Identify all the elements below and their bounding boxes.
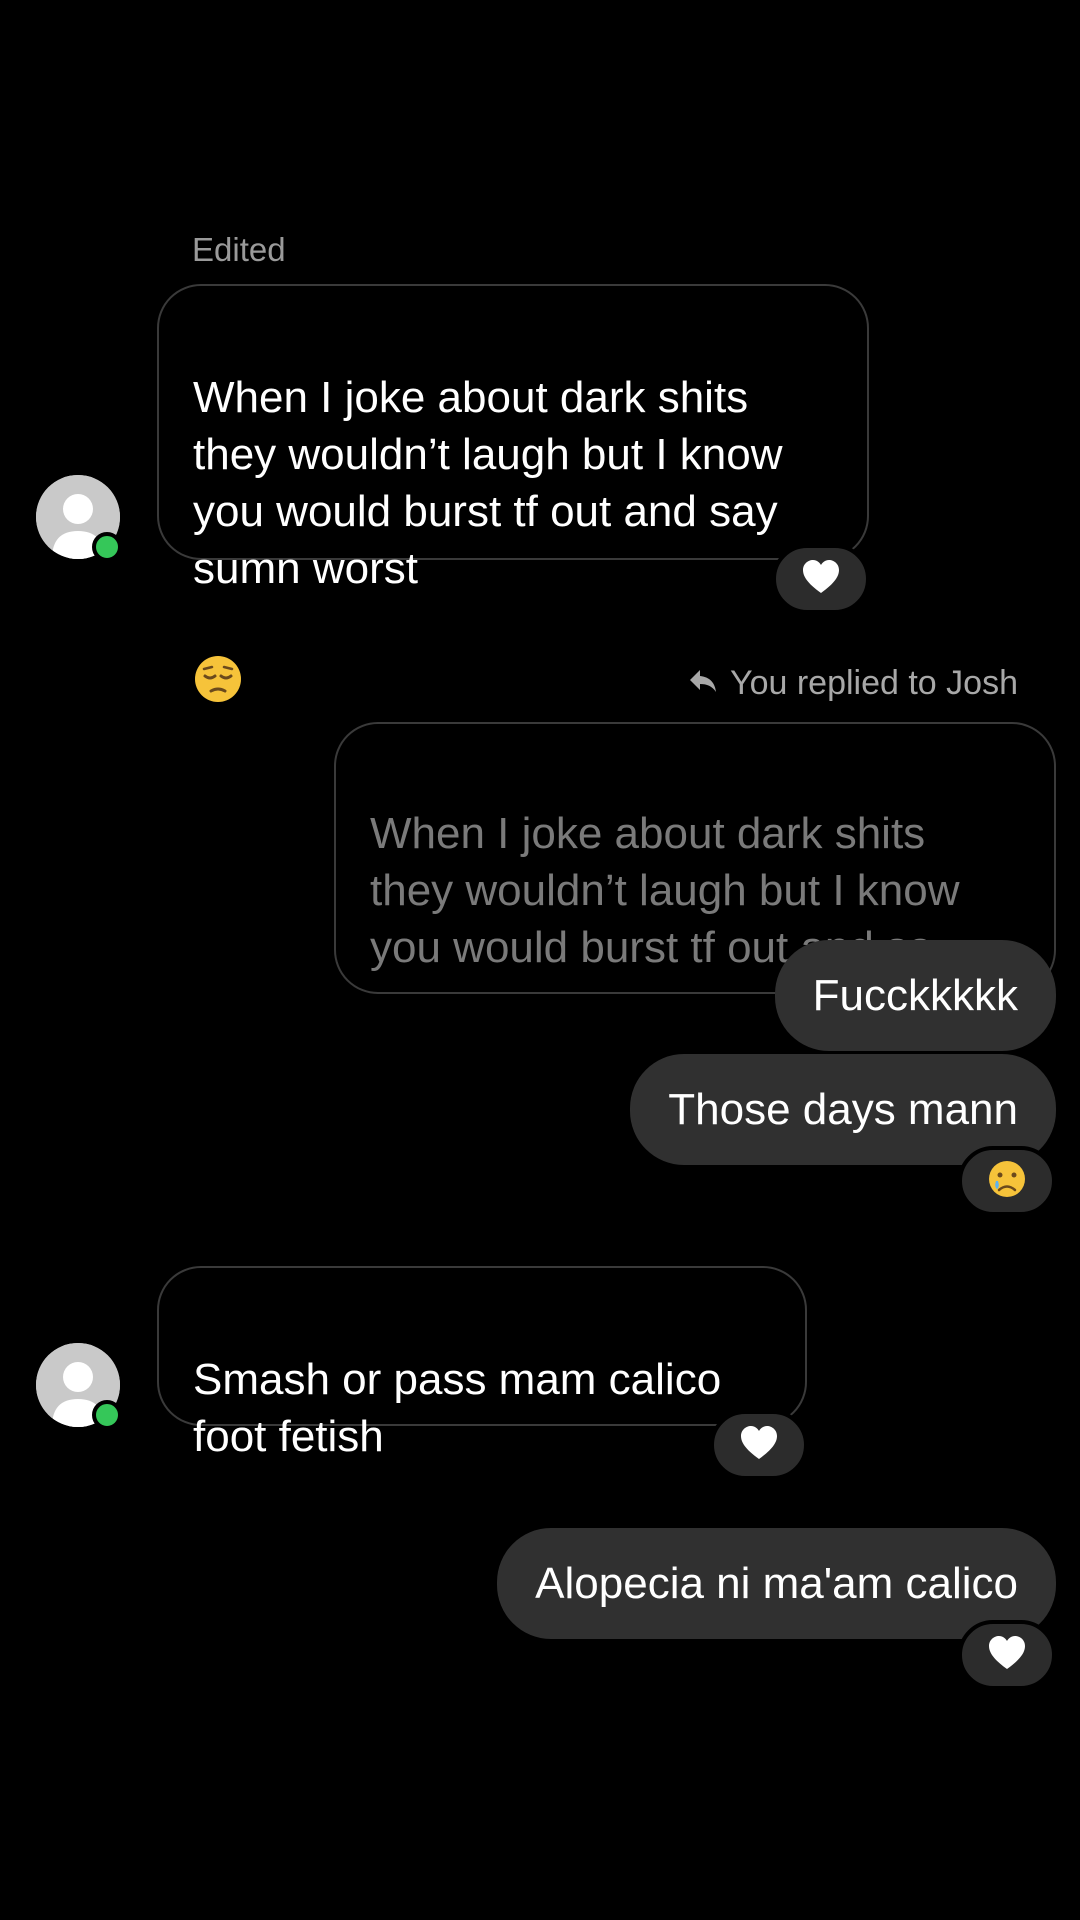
- message-text: Alopecia ni ma'am calico: [535, 1559, 1018, 1608]
- online-status-indicator: [92, 1400, 122, 1430]
- reply-context-label: You replied to Josh: [688, 660, 1018, 706]
- message-text: Fucckkkkk: [812, 971, 1018, 1020]
- message-text: When I joke about dark shits they wouldn…: [193, 373, 783, 593]
- white-heart-icon: [739, 1425, 779, 1466]
- reply-label-text: You replied to Josh: [730, 664, 1018, 702]
- outgoing-message-bubble[interactable]: Alopecia ni ma'am calico: [497, 1528, 1056, 1639]
- message-text: Smash or pass mam calico foot fetish: [193, 1355, 722, 1461]
- reply-arrow-icon: [688, 660, 718, 706]
- pensive-face-icon: [193, 597, 243, 718]
- incoming-message-bubble[interactable]: When I joke about dark shits they wouldn…: [157, 284, 869, 702]
- message-reaction[interactable]: [958, 1146, 1056, 1216]
- message-reaction[interactable]: [772, 544, 870, 614]
- edited-label: Edited: [192, 231, 286, 268]
- message-text: Those days mann: [668, 1085, 1018, 1134]
- message-reaction[interactable]: [710, 1410, 808, 1480]
- white-heart-icon: [987, 1635, 1027, 1676]
- incoming-message-bubble[interactable]: Smash or pass mam calico foot fetish: [157, 1266, 807, 1461]
- outgoing-message-bubble[interactable]: Fucckkkkk: [774, 940, 1056, 1051]
- message-reaction[interactable]: [958, 1620, 1056, 1690]
- online-status-indicator: [92, 532, 122, 562]
- white-heart-icon: [801, 559, 841, 600]
- crying-face-icon: [987, 1159, 1027, 1204]
